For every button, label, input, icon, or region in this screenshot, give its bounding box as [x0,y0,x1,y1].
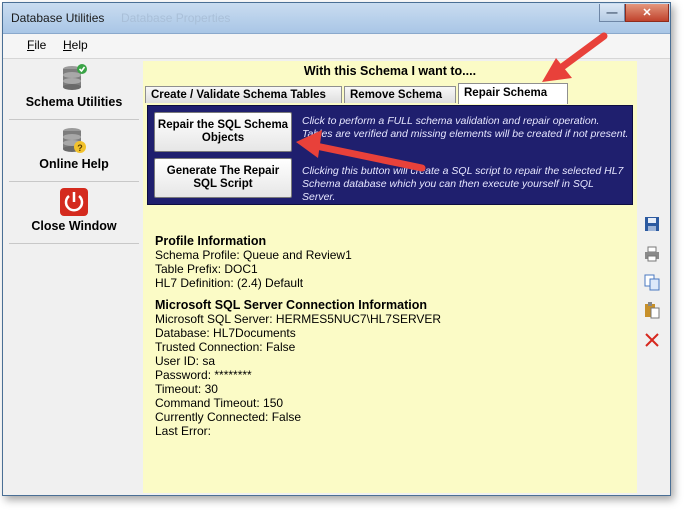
repair-panel: Repair the SQL Schema Objects Click to p… [147,105,633,205]
info-panel: Profile Information Schema Profile: Queu… [155,234,625,438]
menu-help[interactable]: Help [63,38,88,52]
sidebar: Schema Utilities ? Online Help Close Win… [9,59,139,489]
connection-line: Database: HL7Documents [155,326,296,340]
paste-icon[interactable] [643,301,661,319]
page-title: With this Schema I want to.... [303,64,477,78]
connection-line: Currently Connected: False [155,410,302,424]
connection-line: Microsoft SQL Server: HERMES5NUC7\HL7SER… [155,312,442,326]
minimize-button[interactable]: — [599,4,625,22]
profile-line: Schema Profile: Queue and Review1 [155,248,352,262]
menu-help-label: elp [71,38,88,52]
tab-create-validate[interactable]: Create / Validate Schema Tables [145,86,342,103]
database-help-icon: ? [63,128,86,153]
connection-line: Timeout: 30 [155,382,218,396]
delete-icon[interactable] [643,331,661,349]
profile-heading: Profile Information [155,234,267,248]
print-icon[interactable] [643,245,661,263]
save-icon[interactable] [643,215,661,233]
sidebar-item-close-window[interactable]: Close Window [9,183,139,244]
connection-line: User ID: sa [155,354,216,368]
window-ghost-title: Database Properties [121,11,231,25]
sidebar-item-label: Schema Utilities [25,95,123,109]
generate-script-button[interactable]: Generate The Repair SQL Script [154,158,292,198]
tab-remove-schema[interactable]: Remove Schema [344,86,456,103]
menu-bar: File Help [3,34,670,59]
connection-heading: Microsoft SQL Server Connection Informat… [155,298,428,312]
sidebar-item-label: Online Help [39,157,109,171]
connection-line: Command Timeout: 150 [155,396,284,410]
sidebar-item-label: Close Window [31,219,117,233]
generate-description: Clicking this button will create a SQL s… [302,165,624,203]
menu-file-label: ile [34,38,47,52]
title-bar[interactable]: Database Utilities Database Properties —… [3,3,670,34]
menu-file[interactable]: File [27,38,46,52]
window-title: Database Utilities [11,11,105,25]
connection-line: Trusted Connection: False [155,340,296,354]
repair-schema-button[interactable]: Repair the SQL Schema Objects [154,112,292,152]
copy-icon[interactable] [643,273,661,291]
close-icon: ✕ [642,7,652,19]
repair-description: Click to perform a FULL schema validatio… [302,115,629,140]
connection-line: Last Error: [155,424,212,438]
profile-line: Table Prefix: DOC1 [155,262,258,276]
main-content: With this Schema I want to.... Create / … [143,61,637,493]
minimize-icon: — [606,6,618,19]
database-check-icon [63,64,87,90]
power-icon [60,188,88,216]
profile-line: HL7 Definition: (2.4) Default [155,276,304,290]
side-toolstrip [641,215,663,415]
tab-repair-schema[interactable]: Repair Schema [458,83,568,104]
close-button[interactable]: ✕ [625,4,669,22]
sidebar-item-online-help[interactable]: ? Online Help [9,121,139,182]
svg-text:?: ? [77,143,83,153]
main-window: Database Utilities Database Properties —… [2,2,671,496]
sidebar-item-schema-utilities[interactable]: Schema Utilities [9,59,139,120]
connection-line: Password: ******** [155,368,252,382]
